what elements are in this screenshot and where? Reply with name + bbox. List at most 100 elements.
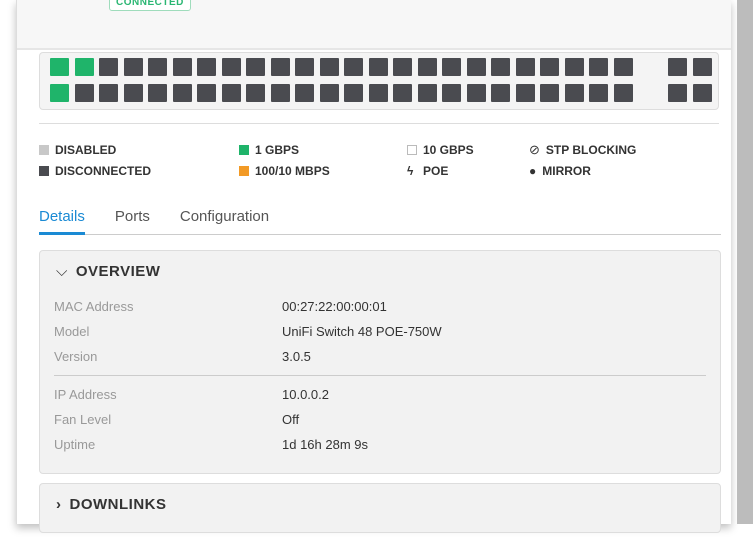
lightning-icon: ϟ [407,163,414,178]
port-37[interactable] [344,84,363,102]
mac-label: MAC Address [54,299,134,314]
legend-col-1: DISABLED DISCONNECTED [39,139,151,181]
port-41[interactable] [442,84,461,102]
port-diagram [39,52,719,110]
legend-stp: STP BLOCKING [545,142,637,157]
port-20[interactable] [515,58,535,76]
port-42[interactable] [466,84,486,102]
port-21[interactable] [540,58,559,76]
fan-value: Off [282,412,300,427]
ip-value: 10.0.0.2 [282,387,329,402]
info-row: Fan Level Off [40,407,720,432]
10gbps-swatch-icon [407,144,417,155]
info-row: MAC Address 00:27:22:00:00:01 [40,294,720,319]
port-35[interactable] [295,84,314,102]
port-16[interactable] [417,58,437,76]
chevron-down-icon: ⌵ [56,263,68,280]
port-34[interactable] [270,84,290,102]
chevron-right-icon: › [56,496,62,513]
gbps-swatch-icon [239,144,249,155]
port-26[interactable] [74,84,94,102]
port-18[interactable] [466,58,486,76]
blocked-icon: ⊘ [529,141,540,157]
version-value: 3.0.5 [282,349,311,364]
port-46[interactable] [564,84,584,102]
port-5[interactable] [148,58,167,76]
overview-header[interactable]: ⌵ OVERVIEW [40,251,720,292]
port-2[interactable] [74,58,94,76]
port-49[interactable] [668,58,687,76]
port-17[interactable] [442,58,461,76]
downlinks-title: DOWNLINKS [69,496,167,513]
ip-label: IP Address [54,387,117,402]
port-44[interactable] [515,84,535,102]
port-45[interactable] [540,84,559,102]
tab-configuration[interactable]: Configuration [180,206,269,235]
device-panel: CONNECTED DISABLED DISCONNECTED 1 GBPS 1… [16,0,731,533]
port-27[interactable] [99,84,118,102]
uptime-label: Uptime [54,437,96,452]
legend-mirror: MIRROR [542,163,591,178]
port-3[interactable] [99,58,118,76]
port-12[interactable] [319,58,339,76]
legend-disabled: DISABLED [55,142,117,157]
legend-col-2: 1 GBPS 100/10 MBPS [239,139,330,181]
port-48[interactable] [613,84,633,102]
port-50[interactable] [692,58,712,76]
port-43[interactable] [491,84,510,102]
port-7[interactable] [197,58,216,76]
overview-title: OVERVIEW [75,263,161,280]
port-32[interactable] [221,84,241,102]
info-row: Model UniFi Switch 48 POE-750W [40,319,720,344]
port-29[interactable] [148,84,167,102]
mbps-swatch-icon [239,165,249,176]
port-52[interactable] [692,84,712,102]
overview-section: ⌵ OVERVIEW MAC Address 00:27:22:00:00:01 M… [39,250,721,474]
uptime-value: 1d 16h 28m 9s [282,437,369,452]
port-14[interactable] [368,58,388,76]
port-22[interactable] [564,58,584,76]
port-31[interactable] [197,84,216,102]
port-36[interactable] [319,84,339,102]
eye-icon: ● [529,163,537,178]
legend-10gbps: 10 GBPS [423,142,474,157]
port-30[interactable] [172,84,192,102]
port-1[interactable] [50,58,69,76]
port-25[interactable] [50,84,69,102]
legend-1gbps: 1 GBPS [255,142,300,157]
port-47[interactable] [589,84,608,102]
overview-group-2: IP Address 10.0.0.2 Fan Level Off Uptime 1d… [40,382,720,457]
overview-group-1: MAC Address 00:27:22:00:00:01 Model UniFi … [40,294,720,369]
port-23[interactable] [589,58,608,76]
divider [54,375,706,376]
device-header: CONNECTED [17,0,731,50]
port-10[interactable] [270,58,290,76]
port-6[interactable] [172,58,192,76]
port-9[interactable] [246,58,265,76]
port-11[interactable] [295,58,314,76]
port-24[interactable] [613,58,633,76]
port-39[interactable] [393,84,412,102]
port-51[interactable] [668,84,687,102]
downlinks-section: › DOWNLINKS [39,483,721,533]
legend-poe: POE [423,163,449,178]
tab-details[interactable]: Details [39,206,85,235]
port-19[interactable] [491,58,510,76]
port-38[interactable] [368,84,388,102]
divider [39,123,719,124]
downlinks-header[interactable]: › DOWNLINKS [40,484,720,525]
port-15[interactable] [393,58,412,76]
tab-ports[interactable]: Ports [115,206,150,235]
port-40[interactable] [417,84,437,102]
scrollbar[interactable] [737,0,753,524]
mac-value: 00:27:22:00:00:01 [282,299,387,314]
port-28[interactable] [123,84,143,102]
port-13[interactable] [344,58,363,76]
disabled-swatch-icon [39,144,49,155]
port-4[interactable] [123,58,143,76]
legend-col-4: ⊘ STP BLOCKING ● MIRROR [529,139,636,181]
port-33[interactable] [246,84,265,102]
info-row: IP Address 10.0.0.2 [40,382,720,407]
disconnected-swatch-icon [39,165,49,176]
port-8[interactable] [221,58,241,76]
